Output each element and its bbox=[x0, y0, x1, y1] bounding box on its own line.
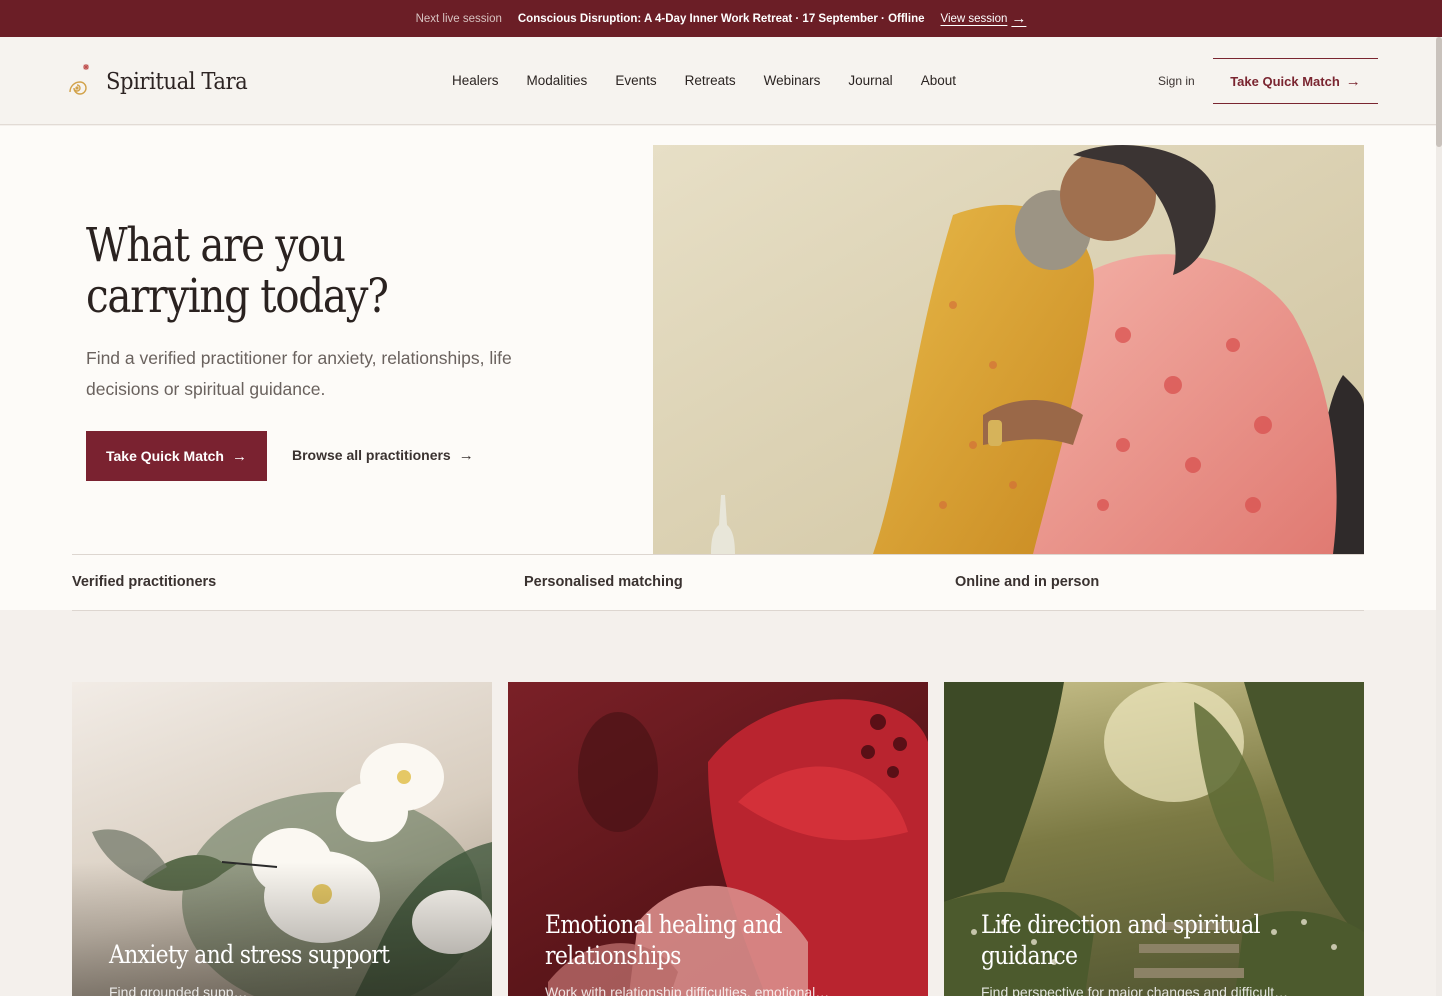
hero-headline-line-1: What are you bbox=[86, 218, 346, 273]
announcement-title: Conscious Disruption: A 4-Day Inner Work… bbox=[517, 12, 925, 25]
main-nav: Healers Modalities Events Retreats Webin… bbox=[452, 73, 956, 88]
brand-name: Spiritual Tara bbox=[106, 69, 248, 95]
scrollbar-track[interactable] bbox=[1436, 37, 1442, 996]
nav-healers[interactable]: Healers bbox=[452, 73, 499, 88]
trust-matching: Personalised matching bbox=[524, 574, 683, 590]
arrow-right-icon: → bbox=[232, 447, 247, 465]
announcement-label: Next live session bbox=[415, 12, 502, 25]
hero-headline: What are you carrying today? bbox=[86, 220, 430, 322]
card-life-direction-desc: Find perspective for major changes and d… bbox=[981, 984, 1289, 996]
arrow-right-icon: → bbox=[458, 446, 474, 464]
card-anxiety-desc: Find grounded supp… bbox=[109, 984, 248, 996]
trust-strip: Verified practitioners Personalised matc… bbox=[72, 554, 1364, 611]
brand-logo[interactable]: Spiritual Tara bbox=[62, 61, 260, 103]
header-quick-match-button[interactable]: Take Quick Match → bbox=[1213, 58, 1378, 104]
announcement-bar: Next live session Conscious Disruption: … bbox=[0, 0, 1442, 37]
spiral-logo-icon bbox=[69, 64, 89, 95]
site-header: Spiritual Tara Healers Modalities Events… bbox=[0, 37, 1442, 125]
trust-online: Online and in person bbox=[955, 574, 1100, 590]
card-anxiety[interactable]: Anxiety and stress support Find grounded… bbox=[72, 682, 492, 996]
card-anxiety-title-line-1: Anxiety and stress support bbox=[109, 940, 390, 969]
hero-section: What are you carrying today? Find a veri… bbox=[0, 126, 1436, 611]
card-life-direction-title: Life direction and spiritual guidance bbox=[981, 909, 1351, 971]
sign-in-link[interactable]: Sign in bbox=[1158, 74, 1195, 88]
nav-retreats[interactable]: Retreats bbox=[685, 73, 736, 88]
card-emotional-desc: Work with relationship difficulties, emo… bbox=[545, 984, 830, 996]
card-life-direction-title-line-2: guidance bbox=[981, 941, 1078, 970]
arrow-right-icon: → bbox=[1345, 72, 1361, 90]
hero-quick-match-label: Take Quick Match bbox=[105, 448, 224, 464]
card-emotional[interactable]: Emotional healing and relationships Work… bbox=[508, 682, 928, 996]
nav-journal[interactable]: Journal bbox=[848, 73, 892, 88]
card-anxiety-title: Anxiety and stress support bbox=[109, 939, 479, 970]
nav-webinars[interactable]: Webinars bbox=[764, 73, 821, 88]
view-session-link[interactable]: View session → bbox=[941, 11, 1027, 26]
hero-quick-match-button[interactable]: Take Quick Match → bbox=[86, 431, 267, 481]
hero-headline-line-2: carrying today? bbox=[86, 269, 389, 324]
scrollbar-thumb[interactable] bbox=[1436, 37, 1442, 147]
embrace-illustration bbox=[653, 145, 1364, 554]
hero-subtitle: Find a verified practitioner for anxiety… bbox=[86, 348, 512, 399]
view-session-label: View session bbox=[940, 12, 1008, 25]
card-life-direction[interactable]: Life direction and spiritual guidance Fi… bbox=[944, 682, 1364, 996]
card-overlay bbox=[72, 862, 492, 996]
hero-image-embrace bbox=[653, 145, 1364, 554]
nav-modalities[interactable]: Modalities bbox=[527, 73, 588, 88]
arrow-right-icon: → bbox=[1011, 10, 1027, 27]
card-emotional-title: Emotional healing and relationships bbox=[545, 909, 915, 971]
nav-about[interactable]: About bbox=[921, 73, 956, 88]
card-emotional-title-line-2: relationships bbox=[545, 941, 681, 970]
card-life-direction-title-line-1: Life direction and spiritual bbox=[981, 910, 1261, 939]
nav-events[interactable]: Events bbox=[615, 73, 656, 88]
card-emotional-title-line-1: Emotional healing and bbox=[545, 910, 783, 939]
browse-practitioners-label: Browse all practitioners bbox=[292, 447, 451, 463]
browse-practitioners-link[interactable]: Browse all practitioners → bbox=[292, 447, 474, 463]
trust-verified: Verified practitioners bbox=[72, 574, 217, 590]
header-quick-match-label: Take Quick Match bbox=[1230, 73, 1340, 89]
